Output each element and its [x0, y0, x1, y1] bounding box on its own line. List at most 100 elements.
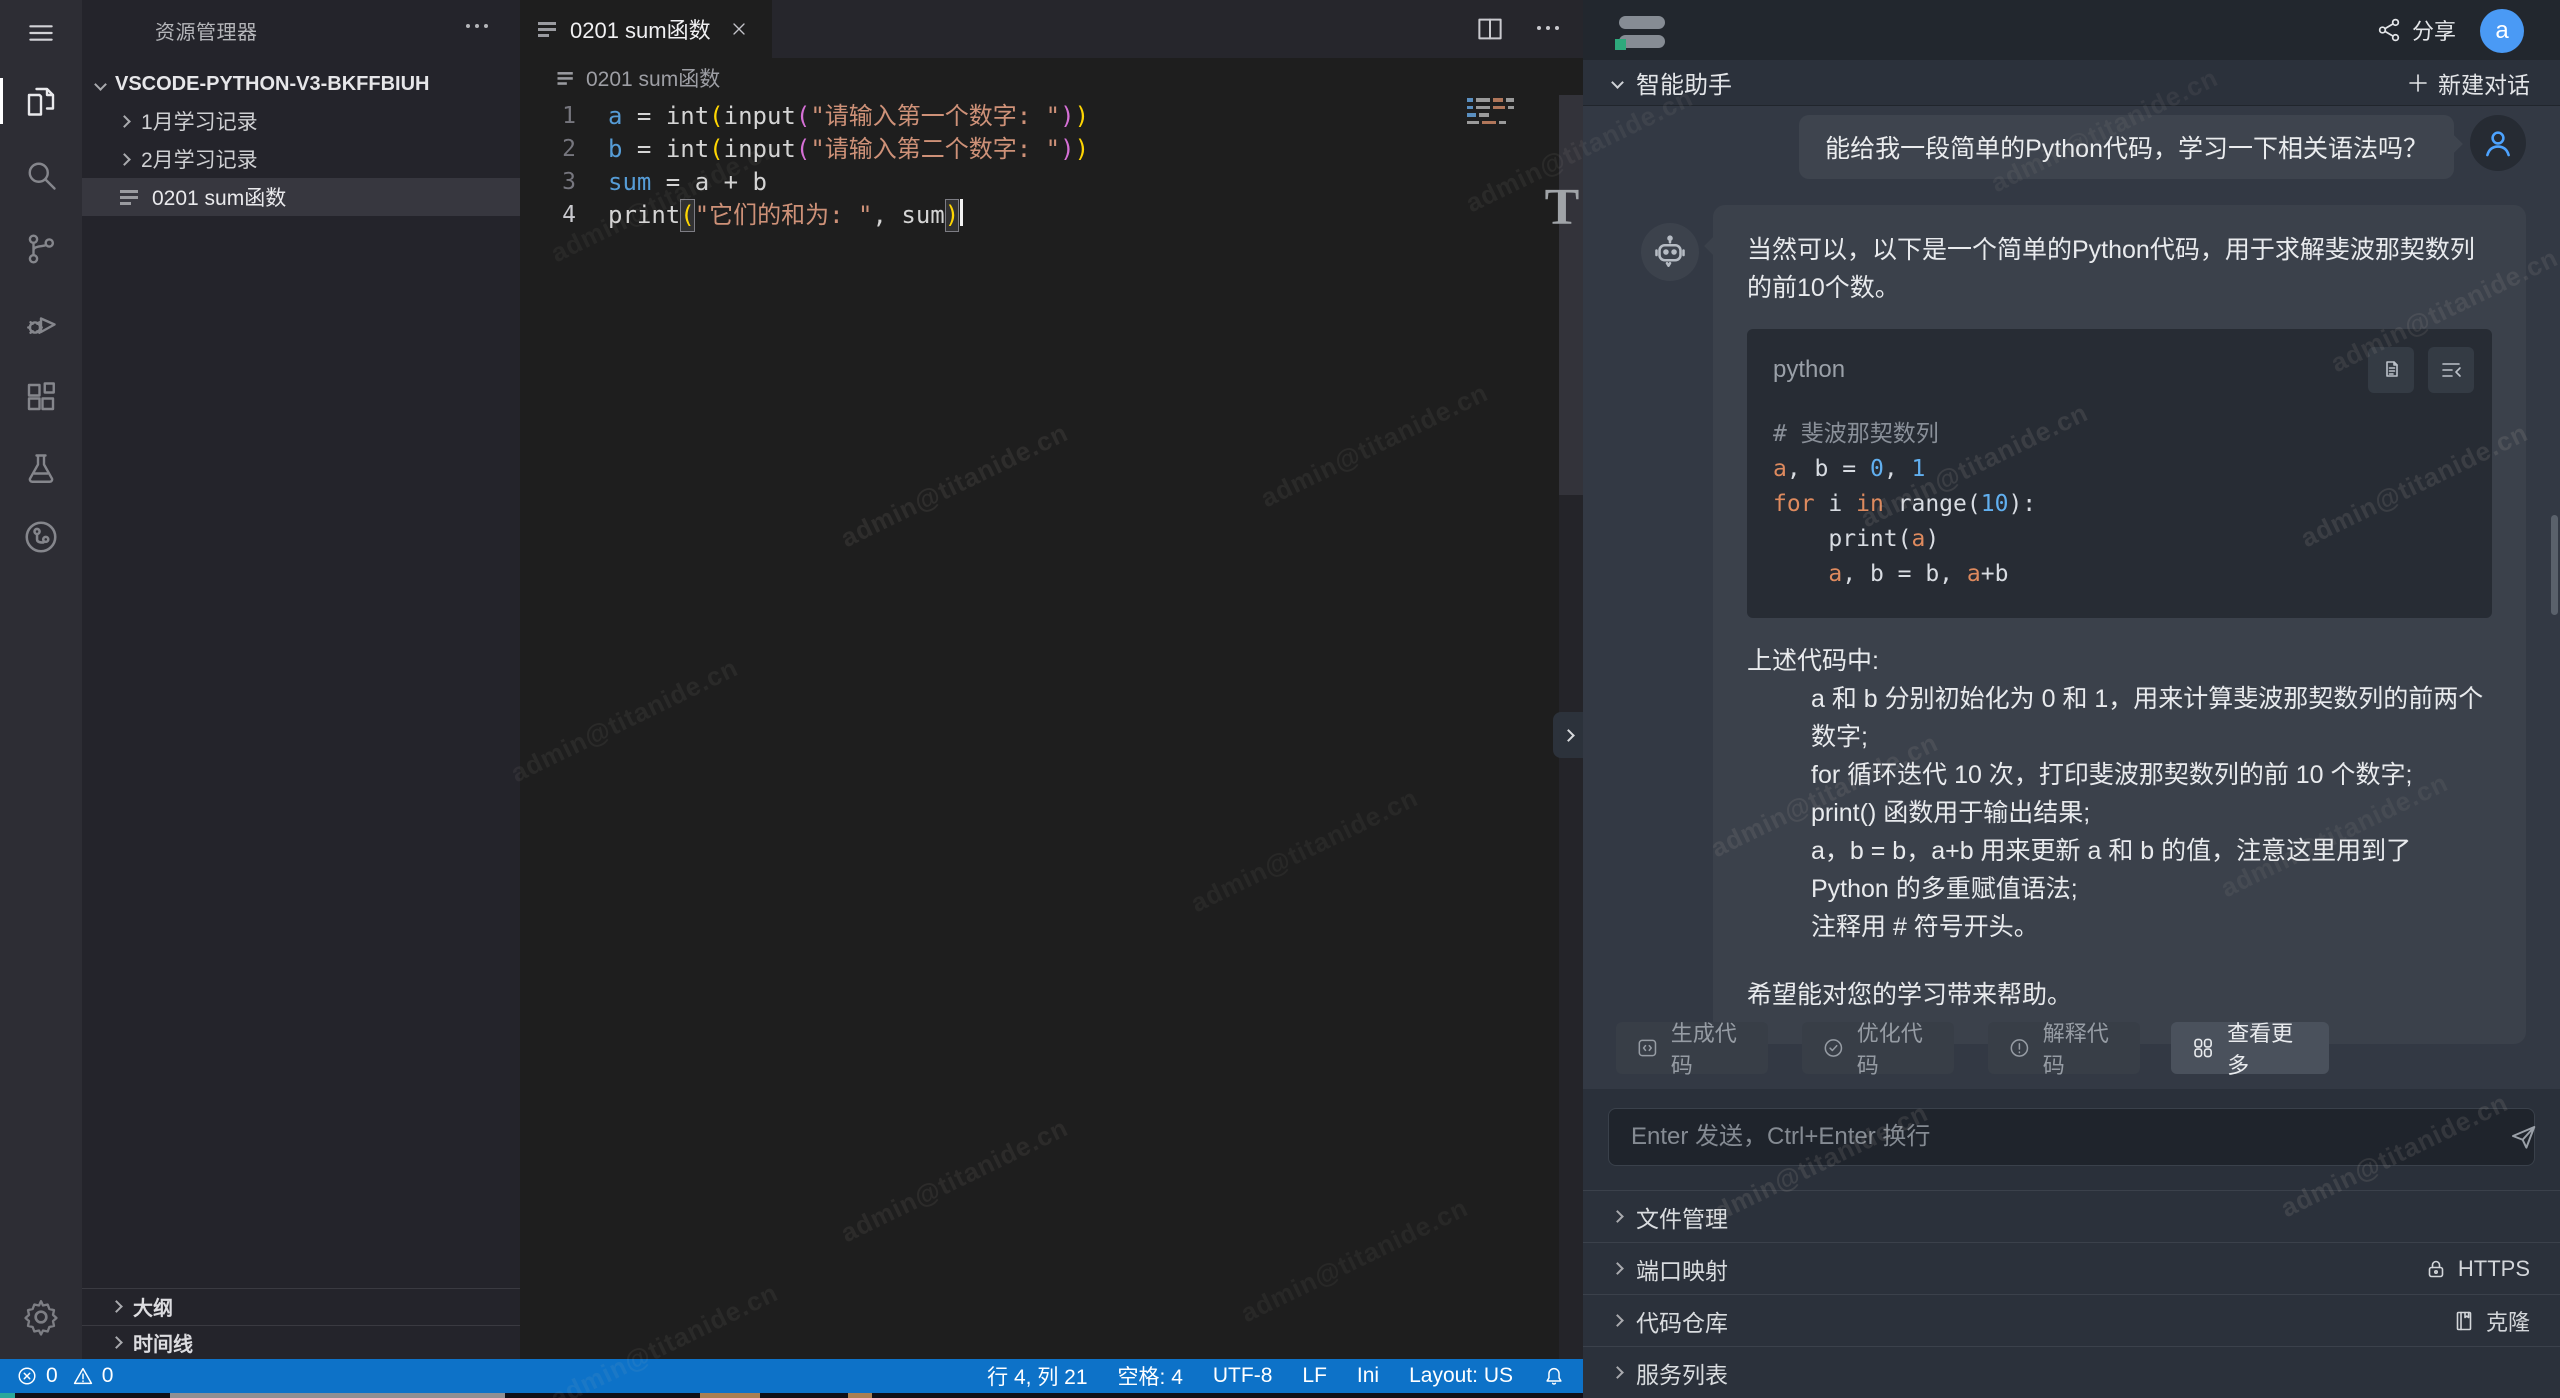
problems-status[interactable]: 0 0	[16, 1364, 113, 1388]
avatar[interactable]: a	[2480, 9, 2524, 53]
code-line: 2b = int(input("请输入第二个数字: "))	[520, 133, 1557, 166]
copy-code-button[interactable]	[2368, 347, 2414, 393]
tree-item-label: 0201 sum函数	[152, 182, 286, 212]
language-mode[interactable]: Ini	[1357, 1364, 1379, 1388]
bot-avatar-icon	[1641, 223, 1699, 281]
workspace-sections: 文件管理 端口映射 HTTPS 代码仓库 克隆 服务列表	[1583, 1190, 2560, 1398]
closing-text: 希望能对您的学习带来帮助。	[1747, 976, 2492, 1014]
lock-icon	[2424, 1257, 2448, 1281]
outline-section[interactable]: 大纲	[82, 1288, 520, 1324]
share-button[interactable]: 分享	[2376, 0, 2456, 60]
assistant-header[interactable]: 智能助手 新建对话	[1583, 60, 2560, 106]
errors-icon	[16, 1365, 38, 1387]
eol-sequence[interactable]: LF	[1302, 1364, 1327, 1388]
see-more-button[interactable]: 查看更多	[2171, 1022, 2329, 1074]
warnings-count: 0	[102, 1364, 114, 1388]
chevron-right-icon	[1611, 1262, 1624, 1275]
menu-icon[interactable]	[0, 4, 82, 62]
test-beaker-icon[interactable]	[0, 440, 82, 498]
check-circle-icon	[1822, 1035, 1845, 1061]
chevron-right-icon	[1611, 1314, 1624, 1327]
encoding[interactable]: UTF-8	[1213, 1364, 1273, 1388]
chat-area: 能给我一段简单的Python代码，学习一下相关语法吗？ 当然可以，以下是一个简单…	[1583, 107, 2560, 1089]
chevron-right-icon	[118, 153, 131, 166]
split-editor-icon[interactable]	[1475, 14, 1505, 44]
copy-icon	[2379, 358, 2403, 382]
explorer-more-actions-icon[interactable]	[466, 24, 488, 28]
minimap[interactable]	[1467, 98, 1525, 128]
tree-root-label: VSCODE-PYTHON-V3-BKFFBIUH	[115, 73, 429, 96]
assistant-message: 当然可以，以下是一个简单的Python代码，用于求解斐波那契数列的前10个数。 …	[1713, 205, 2526, 1044]
explanation-item: print() 函数用于输出结果;	[1811, 794, 2492, 832]
chevron-right-icon	[118, 115, 131, 128]
chat-input[interactable]	[1608, 1108, 2535, 1166]
optimize-code-button[interactable]: 优化代码	[1802, 1022, 1954, 1074]
chevron-down-icon	[1611, 76, 1624, 89]
run-debug-icon[interactable]	[0, 294, 82, 352]
panel-expand-button[interactable]	[1553, 712, 1583, 758]
tree-item-label: 2月学习记录	[141, 144, 258, 174]
source-control-icon[interactable]	[0, 220, 82, 278]
settings-gear-icon[interactable]	[0, 1288, 82, 1346]
close-icon[interactable]	[729, 19, 749, 39]
code-line: # 斐波那契数列	[1773, 417, 2466, 452]
chat-code-block: python # 斐波那契数列a, b = 0, 1for i in rang	[1747, 329, 2492, 618]
timeline-section[interactable]: 时间线	[82, 1325, 520, 1359]
grid-icon	[2191, 1035, 2215, 1061]
send-icon[interactable]	[2508, 1122, 2538, 1152]
bell-icon[interactable]	[1543, 1365, 1565, 1387]
https-badge[interactable]: HTTPS	[2424, 1256, 2530, 1282]
chevron-right-icon	[110, 1336, 123, 1349]
editor-tab-bar: 0201 sum函数	[520, 0, 1583, 58]
explorer-sidebar: 资源管理器 VSCODE-PYTHON-V3-BKFFBIUH 1月学习记录 2…	[82, 0, 520, 1359]
extensions-icon[interactable]	[0, 368, 82, 426]
search-icon[interactable]	[0, 146, 82, 204]
tree-item-folder[interactable]: 2月学习记录	[82, 140, 520, 178]
user-avatar-icon	[2470, 115, 2526, 171]
tree-item-label: 1月学习记录	[141, 106, 258, 136]
keyboard-layout[interactable]: Layout: US	[1409, 1364, 1513, 1388]
insert-code-button[interactable]	[2428, 347, 2474, 393]
section-service-list[interactable]: 服务列表	[1583, 1346, 2560, 1398]
breadcrumb-item: 0201 sum函数	[586, 63, 720, 93]
editor-scrollbar-thumb[interactable]	[1559, 95, 1583, 495]
breadcrumb[interactable]: 0201 sum函数	[520, 58, 1583, 98]
tree-root-folder[interactable]: VSCODE-PYTHON-V3-BKFFBIUH	[82, 66, 520, 102]
cursor-position[interactable]: 行 4, 列 21	[987, 1361, 1087, 1391]
exclamation-circle-icon	[2008, 1035, 2031, 1061]
code-line: print(a)	[1773, 522, 2466, 557]
workspace-menu-icon[interactable]	[1619, 16, 1669, 46]
repo-clone-icon	[2452, 1309, 2476, 1333]
clone-button[interactable]: 克隆	[2452, 1305, 2530, 1337]
section-code-repo[interactable]: 代码仓库 克隆	[1583, 1294, 2560, 1346]
file-icon	[538, 21, 558, 37]
code-line: 4print("它们的和为: ", sum)	[520, 199, 1557, 232]
explorer-title: 资源管理器	[155, 16, 258, 45]
app-window: 资源管理器 VSCODE-PYTHON-V3-BKFFBIUH 1月学习记录 2…	[0, 0, 2560, 1398]
chat-code: # 斐波那契数列a, b = 0, 1for i in range(10): p…	[1747, 401, 2492, 592]
new-chat-button[interactable]: 新建对话	[2406, 66, 2530, 100]
timeline-label: 时间线	[133, 1328, 193, 1357]
tab-title: 0201 sum函数	[570, 13, 711, 45]
indentation[interactable]: 空格: 4	[1118, 1361, 1183, 1391]
watermark-letter: T	[1539, 178, 1585, 237]
explanation-item: for 循环迭代 10 次，打印斐波那契数列的前 10 个数字;	[1811, 756, 2492, 794]
bottom-edge	[0, 1393, 1583, 1398]
explain-code-button[interactable]: 解释代码	[1988, 1022, 2140, 1074]
chat-scrollbar-thumb[interactable]	[2551, 515, 2558, 615]
code-editor[interactable]: 1a = int(input("请输入第一个数字: "))2b = int(in…	[520, 100, 1557, 232]
tree-item-folder[interactable]: 1月学习记录	[82, 102, 520, 140]
section-port-mapping[interactable]: 端口映射 HTTPS	[1583, 1242, 2560, 1294]
remote-circle-icon[interactable]	[0, 508, 82, 566]
section-file-management[interactable]: 文件管理	[1583, 1190, 2560, 1242]
file-icon	[120, 189, 140, 205]
chat-input-area	[1583, 1089, 2560, 1190]
activity-bar	[0, 0, 82, 1359]
editor-more-actions-icon[interactable]	[1537, 26, 1559, 30]
user-message-row: 能给我一段简单的Python代码，学习一下相关语法吗？	[1799, 115, 2526, 179]
tree-item-file-selected[interactable]: 0201 sum函数	[82, 178, 520, 216]
chevron-right-icon	[1611, 1210, 1624, 1223]
sidebar-item-explorer[interactable]	[0, 72, 82, 130]
generate-code-button[interactable]: 生成代码	[1616, 1022, 1768, 1074]
editor-tab[interactable]: 0201 sum函数	[520, 0, 772, 58]
